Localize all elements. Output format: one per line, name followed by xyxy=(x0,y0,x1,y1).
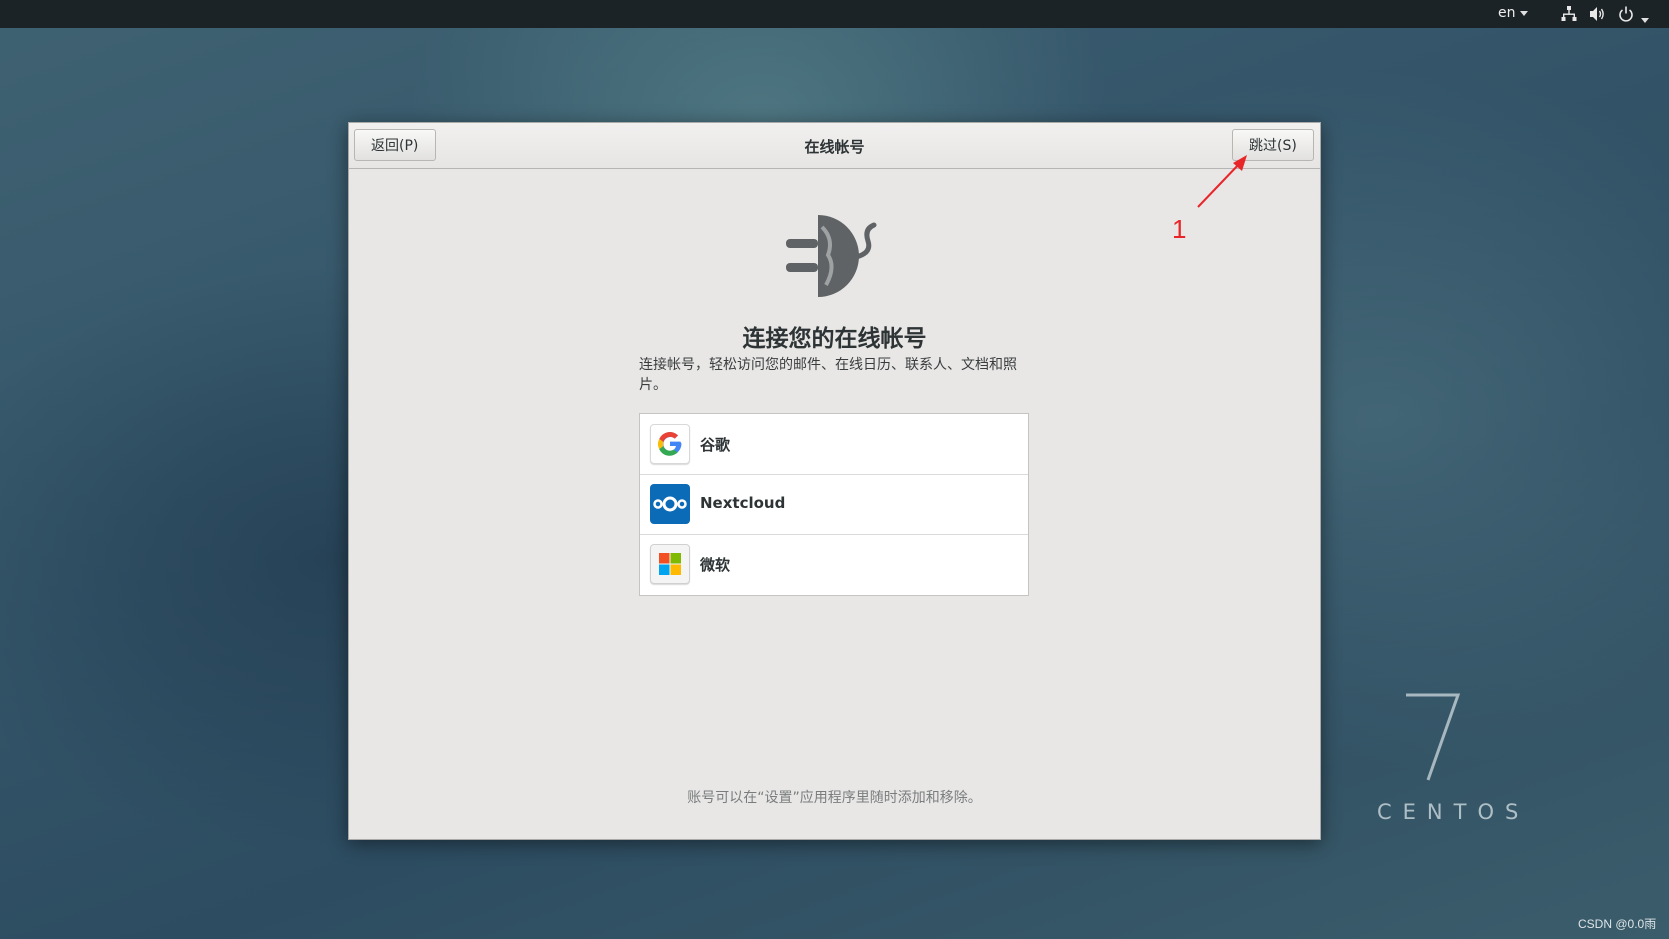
provider-row-nextcloud[interactable]: Nextcloud xyxy=(640,474,1028,535)
page-description: 连接帐号，轻松访问您的邮件、在线日历、联系人、文档和照片。 xyxy=(639,357,1017,393)
provider-row-google[interactable]: 谷歌 xyxy=(640,414,1028,475)
volume-icon[interactable] xyxy=(1589,5,1607,23)
language-selector[interactable]: en xyxy=(1498,5,1528,21)
page-heading: 连接您的在线帐号 xyxy=(742,326,927,352)
top-bar: en xyxy=(0,0,1669,28)
credit-watermark: CSDN @0.0雨 xyxy=(1578,917,1657,931)
centos-version-mark xyxy=(1404,692,1462,788)
annotation-arrow-icon xyxy=(1195,150,1255,214)
provider-label: Nextcloud xyxy=(700,494,786,512)
online-accounts-plug-globe-icon xyxy=(782,211,882,305)
header-bar: 返回(P) 在线帐号 跳过(S) xyxy=(349,123,1320,169)
provider-list: 谷歌 Nextcloud 微软 xyxy=(639,413,1029,596)
centos-brand: CENTOS xyxy=(1377,800,1530,824)
google-icon xyxy=(650,424,690,464)
network-icon[interactable] xyxy=(1561,5,1577,23)
dialog-title: 在线帐号 xyxy=(804,138,865,156)
microsoft-icon xyxy=(650,544,690,584)
system-menu-caret-icon[interactable] xyxy=(1641,10,1649,28)
provider-label: 微软 xyxy=(700,556,731,574)
power-icon[interactable] xyxy=(1618,5,1634,23)
provider-row-microsoft[interactable]: 微软 xyxy=(640,534,1028,594)
provider-label: 谷歌 xyxy=(700,436,731,454)
footer-note: 账号可以在“设置”应用程序里随时添加和移除。 xyxy=(687,790,982,806)
language-label: en xyxy=(1498,5,1516,21)
nextcloud-icon xyxy=(650,484,690,524)
language-caret-icon xyxy=(1519,10,1528,16)
annotation-number: 1 xyxy=(1172,214,1187,244)
